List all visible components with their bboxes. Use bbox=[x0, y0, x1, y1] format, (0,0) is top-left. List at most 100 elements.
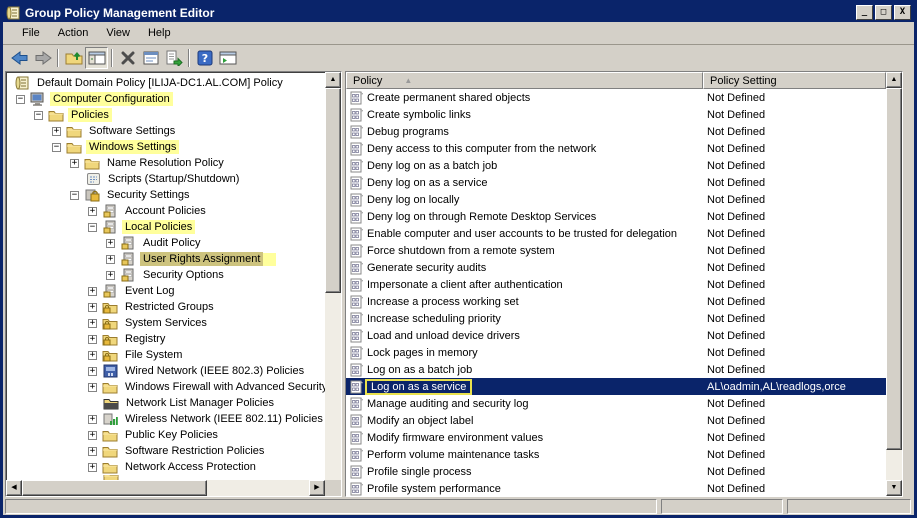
tree-item[interactable]: +Wired Network (IEEE 802.3) Policies bbox=[6, 363, 325, 379]
close-button[interactable]: X bbox=[894, 5, 911, 20]
expand-icon[interactable]: + bbox=[88, 415, 97, 424]
table-row[interactable]: Deny log on as a serviceNot Defined bbox=[346, 174, 886, 191]
forward-button[interactable] bbox=[31, 47, 54, 69]
scroll-left-icon[interactable]: ◀ bbox=[6, 480, 22, 496]
table-row[interactable]: Create permanent shared objectsNot Defin… bbox=[346, 89, 886, 106]
table-row[interactable]: Profile system performanceNot Defined bbox=[346, 480, 886, 496]
tree-item[interactable]: −Security Settings bbox=[6, 187, 325, 203]
table-row[interactable]: Log on as a batch jobNot Defined bbox=[346, 361, 886, 378]
table-row[interactable]: Lock pages in memoryNot Defined bbox=[346, 344, 886, 361]
tree-item[interactable]: +System Services bbox=[6, 315, 325, 331]
tree-item[interactable]: +Wireless Network (IEEE 802.11) Policies bbox=[6, 411, 325, 427]
table-row[interactable]: Manage auditing and security logNot Defi… bbox=[346, 395, 886, 412]
column-header-policy[interactable]: Policy ▲ bbox=[346, 72, 703, 89]
minimize-button[interactable]: _ bbox=[856, 5, 873, 20]
tree-item[interactable]: −Local Policies bbox=[6, 219, 325, 235]
maximize-button[interactable]: □ bbox=[875, 5, 892, 20]
table-row[interactable]: Create symbolic linksNot Defined bbox=[346, 106, 886, 123]
expand-icon[interactable]: + bbox=[106, 239, 115, 248]
show-console-tree-button[interactable] bbox=[85, 47, 108, 69]
table-row[interactable]: Modify firmware environment valuesNot De… bbox=[346, 429, 886, 446]
tree-item[interactable]: +Network Access Protection bbox=[6, 459, 325, 475]
expand-icon[interactable]: + bbox=[88, 447, 97, 456]
table-row[interactable]: Increase a process working setNot Define… bbox=[346, 293, 886, 310]
expand-icon[interactable]: + bbox=[88, 463, 97, 472]
tree-item[interactable]: +Software Restriction Policies bbox=[6, 443, 325, 459]
expand-icon[interactable]: + bbox=[88, 383, 97, 392]
tree-vscroll-thumb[interactable] bbox=[325, 88, 341, 293]
tree-horizontal-scrollbar[interactable]: ◀ ▶ bbox=[6, 480, 325, 496]
expand-icon[interactable]: + bbox=[88, 207, 97, 216]
column-header-policy-setting[interactable]: Policy Setting bbox=[703, 72, 886, 89]
tree-item[interactable]: −Computer Configuration bbox=[6, 91, 325, 107]
tree-item[interactable]: Network List Manager Policies bbox=[6, 395, 325, 411]
expand-icon[interactable]: + bbox=[88, 367, 97, 376]
table-row[interactable]: Debug programsNot Defined bbox=[346, 123, 886, 140]
table-row[interactable]: Impersonate a client after authenticatio… bbox=[346, 276, 886, 293]
table-row[interactable]: Generate security auditsNot Defined bbox=[346, 259, 886, 276]
expand-icon[interactable]: + bbox=[88, 351, 97, 360]
tree-vertical-scrollbar[interactable]: ▲ bbox=[325, 72, 341, 480]
collapse-icon[interactable]: − bbox=[52, 143, 61, 152]
tree-item[interactable]: +Software Settings bbox=[6, 123, 325, 139]
tree-item[interactable]: +Public Key Policies bbox=[6, 427, 325, 443]
tree-item[interactable]: Scripts (Startup/Shutdown) bbox=[6, 171, 325, 187]
expand-icon[interactable]: + bbox=[88, 431, 97, 440]
scroll-up-icon[interactable]: ▲ bbox=[325, 72, 341, 88]
tree-item[interactable]: +Security Options bbox=[6, 267, 325, 283]
expand-icon[interactable]: + bbox=[106, 271, 115, 280]
table-row[interactable]: Deny log on through Remote Desktop Servi… bbox=[346, 208, 886, 225]
list-vertical-scrollbar[interactable]: ▲ ▼ bbox=[886, 72, 902, 496]
tree-hscroll-thumb[interactable] bbox=[22, 480, 207, 496]
scroll-right-icon[interactable]: ▶ bbox=[309, 480, 325, 496]
table-row[interactable]: Deny log on locallyNot Defined bbox=[346, 191, 886, 208]
expand-icon[interactable]: + bbox=[88, 287, 97, 296]
tree-item[interactable]: −Windows Settings bbox=[6, 139, 325, 155]
export-list-button[interactable] bbox=[162, 47, 185, 69]
tree-item[interactable]: +Registry bbox=[6, 331, 325, 347]
tree-item[interactable]: +File System bbox=[6, 347, 325, 363]
collapse-icon[interactable]: − bbox=[70, 191, 79, 200]
table-row[interactable]: Increase scheduling priorityNot Defined bbox=[346, 310, 886, 327]
table-row[interactable]: Enable computer and user accounts to be … bbox=[346, 225, 886, 242]
collapse-icon[interactable]: − bbox=[16, 95, 25, 104]
table-row[interactable]: Modify an object labelNot Defined bbox=[346, 412, 886, 429]
tree-item[interactable]: +Restricted Groups bbox=[6, 299, 325, 315]
table-row[interactable]: Deny access to this computer from the ne… bbox=[346, 140, 886, 157]
scroll-up-icon[interactable]: ▲ bbox=[886, 72, 902, 88]
table-row[interactable]: Deny log on as a batch jobNot Defined bbox=[346, 157, 886, 174]
expand-icon[interactable]: + bbox=[88, 319, 97, 328]
tree-item[interactable]: Default Domain Policy [ILIJA-DC1.AL.COM]… bbox=[6, 75, 325, 91]
tree-item[interactable]: +Audit Policy bbox=[6, 235, 325, 251]
scroll-down-icon[interactable]: ▼ bbox=[886, 480, 902, 496]
tree-item[interactable]: +Windows Firewall with Advanced Security bbox=[6, 379, 325, 395]
tree-item[interactable]: +Event Log bbox=[6, 283, 325, 299]
tree-item[interactable]: +Name Resolution Policy bbox=[6, 155, 325, 171]
menu-view[interactable]: View bbox=[97, 25, 139, 41]
table-row[interactable]: Load and unload device driversNot Define… bbox=[346, 327, 886, 344]
help-button[interactable]: ? bbox=[193, 47, 216, 69]
expand-icon[interactable]: + bbox=[70, 159, 79, 168]
properties-button[interactable] bbox=[139, 47, 162, 69]
tree-item[interactable]: +User Rights Assignment bbox=[6, 251, 325, 267]
new-window-button[interactable] bbox=[216, 47, 239, 69]
expand-icon[interactable]: + bbox=[88, 335, 97, 344]
menu-file[interactable]: File bbox=[13, 25, 49, 41]
back-button[interactable] bbox=[8, 47, 31, 69]
tree-item[interactable]: +Account Policies bbox=[6, 203, 325, 219]
collapse-icon[interactable]: − bbox=[88, 223, 97, 232]
menu-help[interactable]: Help bbox=[139, 25, 180, 41]
list-vscroll-thumb[interactable] bbox=[886, 88, 902, 450]
collapse-icon[interactable]: − bbox=[34, 111, 43, 120]
expand-icon[interactable]: + bbox=[88, 303, 97, 312]
expand-icon[interactable]: + bbox=[106, 255, 115, 264]
delete-button[interactable] bbox=[116, 47, 139, 69]
table-row[interactable]: Perform volume maintenance tasksNot Defi… bbox=[346, 446, 886, 463]
menu-action[interactable]: Action bbox=[49, 25, 98, 41]
table-row[interactable]: Force shutdown from a remote systemNot D… bbox=[346, 242, 886, 259]
up-one-level-button[interactable] bbox=[62, 47, 85, 69]
table-row[interactable]: Log on as a serviceAL\oadmin,AL\readlogs… bbox=[346, 378, 886, 395]
table-row[interactable]: Profile single processNot Defined bbox=[346, 463, 886, 480]
tree-item[interactable]: −Policies bbox=[6, 107, 325, 123]
expand-icon[interactable]: + bbox=[52, 127, 61, 136]
